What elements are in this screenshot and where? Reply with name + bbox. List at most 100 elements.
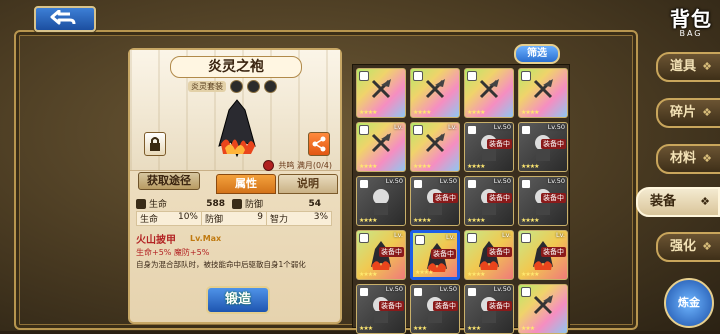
def2-label: 防御 [205, 215, 224, 225]
back-arrow-icon [50, 10, 76, 25]
back-button[interactable] [34, 6, 96, 32]
inventory-slot[interactable]: Lv. 装备中 ★★★★ [356, 230, 406, 280]
level-label: Lv. [445, 233, 455, 241]
star-rating: ★★★★ [413, 217, 431, 224]
side-tab-equipment[interactable]: 装备 ❖ [636, 187, 720, 217]
inventory-slot[interactable]: Lv.50 装备中 ★★★★ [410, 176, 460, 226]
def2-stat: 防御 9 [202, 212, 267, 225]
inventory-slot[interactable]: ★★★★ [410, 68, 460, 118]
lock-button[interactable] [144, 132, 166, 156]
item-preview-area: 炎灵之袍 炎灵套装 共鸣 满月(0/4) [130, 50, 340, 171]
inventory-slot[interactable]: Lv.50 装备中 ★★★ [356, 284, 406, 334]
star-rating: ★★★★ [521, 271, 539, 278]
star-rating: ★★★★ [467, 217, 485, 224]
level-label: Lv. [501, 231, 511, 239]
lock-icon [521, 287, 531, 297]
level-label: Lv. [555, 231, 565, 239]
inventory-slot[interactable]: Lv.50 ★★★★ [356, 176, 406, 226]
share-button[interactable] [308, 132, 330, 156]
equipped-badge: 装备中 [379, 247, 404, 257]
level-label: Lv. [393, 231, 403, 239]
level-label: Lv. [393, 123, 403, 131]
equipped-badge: 装备中 [487, 301, 512, 311]
inventory-slot[interactable]: ★★★ [518, 284, 568, 334]
side-tab-materials[interactable]: 材料 ❖ [656, 144, 720, 174]
int-value: 3% [313, 212, 328, 222]
inventory-grid: ★★★★ ★★★★ ★★★★ ★★★★ Lv. ★★★★ Lv. ★★★★ Lv.50 装备中 ★★… [356, 68, 568, 334]
main-stats-row: 生命 588 防御 54 [136, 196, 332, 211]
equipped-badge: 装备中 [379, 301, 404, 311]
hp-value: 588 [206, 198, 225, 209]
inventory-slot[interactable]: ★★★★ [356, 68, 406, 118]
character-portrait-icon [373, 189, 389, 215]
side-tab-fragments[interactable]: 碎片 ❖ [656, 98, 720, 128]
ornament-icon: ❖ [702, 60, 712, 73]
equipment-icon [479, 79, 499, 99]
tab-description[interactable]: 说明 [278, 174, 338, 194]
ornament-icon: ❖ [702, 106, 712, 119]
inventory-slot[interactable]: Lv. 装备中 ★★★★ [518, 230, 568, 280]
inventory-slot[interactable]: Lv. 装备中 ★★★★ [464, 230, 514, 280]
inventory-slot[interactable]: Lv.50 装备中 ★★★ [464, 284, 514, 334]
skill-header: 火山披甲 Lv.Max [136, 231, 332, 246]
inventory-slot[interactable]: Lv.50 装备中 ★★★★ [464, 176, 514, 226]
inventory-slot[interactable]: Lv. ★★★★ [356, 122, 406, 172]
series-tag: 炎灵套装 [188, 80, 226, 92]
hp-pct-value: 10% [177, 212, 198, 222]
tab-attributes[interactable]: 属性 [216, 174, 276, 194]
resonance-text: 共鸣 满月(0/4) [278, 161, 332, 170]
page-title-cn: 背包 [670, 7, 712, 31]
alchemy-button[interactable]: 炼金 [664, 278, 714, 328]
side-tab-enhance[interactable]: 强化 ❖ [656, 232, 720, 262]
equipped-badge: 装备中 [487, 193, 512, 203]
lock-icon [359, 71, 369, 81]
level-label: Lv.50 [439, 177, 457, 185]
hp-stat: 生命 588 [136, 197, 232, 210]
star-rating: ★★★★ [521, 163, 539, 170]
lock-icon [359, 233, 369, 243]
side-tab-items[interactable]: 道具 ❖ [656, 52, 720, 82]
star-rating: ★★★★ [467, 271, 485, 278]
lock-icon [521, 71, 531, 81]
def-label: 防御 [245, 200, 264, 210]
acquire-button[interactable]: 获取途径 [138, 172, 200, 190]
inventory-slot[interactable]: Lv. 装备中 ★★★★ [410, 230, 460, 280]
share-icon [312, 136, 326, 152]
skill-name: 火山披甲 [136, 235, 176, 246]
lock-icon [521, 125, 531, 135]
equipped-badge: 装备中 [431, 249, 456, 259]
star-rating: ★★★★ [467, 109, 485, 116]
lock-icon [521, 179, 531, 189]
equipped-badge: 装备中 [541, 193, 566, 203]
equipped-badge: 装备中 [487, 247, 512, 257]
lock-icon [413, 71, 423, 81]
shield-icon [232, 198, 242, 209]
equipment-icon [371, 133, 391, 153]
item-name: 炎灵之袍 [170, 56, 302, 78]
inventory-slot[interactable]: Lv. ★★★★ [410, 122, 460, 172]
filter-button[interactable]: 筛选 [514, 44, 560, 64]
inventory-slot[interactable]: Lv.50 装备中 ★★★★ [464, 122, 514, 172]
lock-icon [359, 287, 369, 297]
lock-icon [150, 137, 160, 151]
star-rating: ★★★★ [359, 163, 377, 170]
inventory-slot[interactable]: Lv.50 装备中 ★★★★ [518, 122, 568, 172]
inventory-slot[interactable]: Lv.50 装备中 ★★★★ [518, 176, 568, 226]
inventory-slot[interactable]: ★★★★ [464, 68, 514, 118]
int-stat: 智力 3% [267, 212, 331, 225]
int-label: 智力 [270, 215, 289, 225]
equipment-icon [533, 79, 553, 99]
page-title: 背包 BAG [670, 3, 712, 38]
resonance-icon [263, 160, 275, 171]
lock-icon [413, 125, 423, 135]
level-label: Lv.50 [439, 285, 457, 293]
inventory-slot[interactable]: Lv.50 装备中 ★★★ [410, 284, 460, 334]
hp-icon [136, 198, 146, 209]
hp-pct-stat: 生命 10% [137, 212, 202, 225]
forge-button[interactable]: 锻造 [206, 286, 270, 314]
equipped-badge: 装备中 [541, 139, 566, 149]
inventory-slot[interactable]: ★★★★ [518, 68, 568, 118]
level-label: Lv.50 [493, 177, 511, 185]
lock-icon [415, 235, 425, 245]
lock-icon [413, 287, 423, 297]
